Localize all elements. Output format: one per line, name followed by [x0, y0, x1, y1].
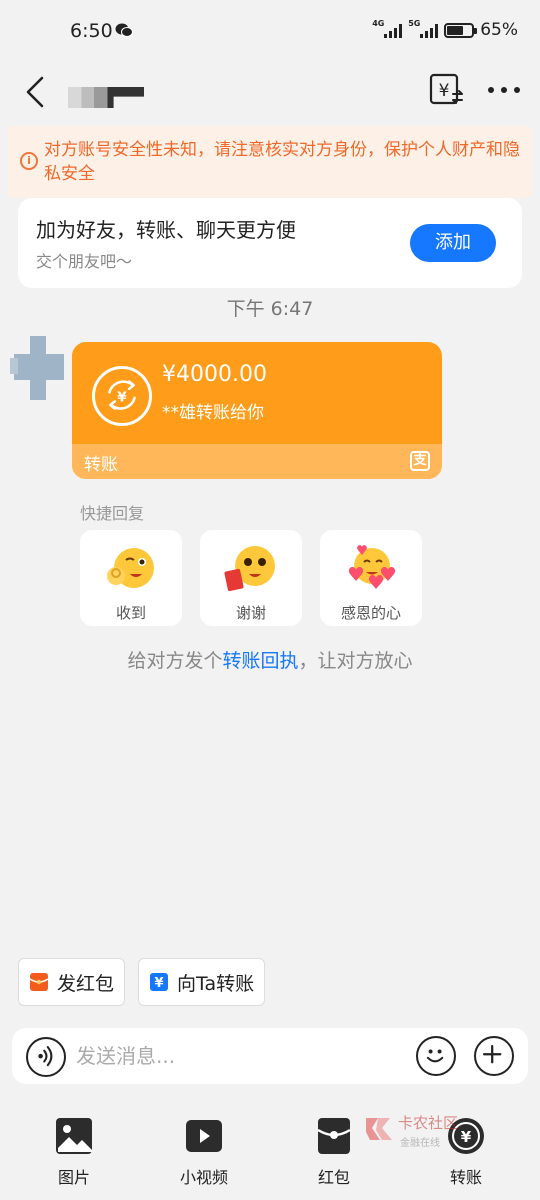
transfer-record-icon[interactable]: ¥ — [428, 72, 464, 108]
battery-percent: 65% — [480, 20, 518, 40]
quick-reply-thanks[interactable]: 谢谢 — [200, 530, 302, 626]
voice-input-icon[interactable] — [26, 1037, 66, 1077]
quick-reply-grateful-heart[interactable]: 感恩的心 — [320, 530, 422, 626]
heart-emoji-icon — [348, 545, 396, 589]
add-friend-title: 加为好友，转账、聊天更方便 — [36, 218, 296, 242]
quick-reply-label-text: 感恩的心 — [340, 604, 401, 622]
status-right: 4G 5G 65% — [372, 19, 518, 40]
more-icon[interactable] — [488, 78, 520, 102]
send-red-packet-label: 发红包 — [57, 972, 115, 995]
message-input-bar — [12, 1028, 528, 1084]
toolbar-short-video[interactable]: 小视频 — [164, 1114, 244, 1188]
receipt-tip-prefix: 给对方发个 — [127, 650, 223, 672]
video-icon — [186, 1120, 222, 1152]
watermark-logo-icon — [366, 1118, 392, 1140]
message-timestamp: 下午 6:47 — [226, 298, 314, 320]
toolbar-image[interactable]: 图片 — [34, 1114, 114, 1188]
battery-icon — [444, 22, 478, 38]
watermark-subtext: 金融在线 — [400, 1138, 440, 1149]
ok-emoji-icon — [107, 548, 154, 588]
transfer-yuan-icon: ¥ — [150, 973, 168, 991]
red-packet-icon — [29, 973, 49, 991]
svg-text:¥: ¥ — [117, 389, 127, 405]
toolbar-transfer-label: 转账 — [449, 1168, 482, 1187]
send-red-packet-chip[interactable]: 发红包 — [18, 958, 126, 1006]
quick-reply-label: 快捷回复 — [80, 504, 145, 523]
transfer-receipt-tip: 给对方发个转账回执，让对方放心 — [0, 646, 540, 673]
sender-avatar[interactable] — [10, 336, 68, 400]
more-actions-plus-icon[interactable] — [474, 1036, 514, 1076]
transfer-receipt-link[interactable]: 转账回执 — [222, 650, 298, 672]
back-icon[interactable] — [22, 74, 52, 110]
transfer-amount: ¥4000.00 — [162, 362, 267, 387]
transfer-message-card[interactable]: ¥ ¥4000.00 **雄转账给你 转账 支 — [72, 342, 442, 479]
toolbar-short-video-label: 小视频 — [179, 1168, 228, 1187]
wechat-notification-icon — [115, 23, 133, 37]
chat-header: ¥ — [0, 66, 540, 122]
red-packet-icon — [317, 1118, 351, 1154]
transfer-to-them-chip[interactable]: ¥ 向Ta转账 — [138, 958, 266, 1006]
status-time: 6:50 — [70, 20, 113, 42]
transfer-footer: 转账 支 — [72, 444, 442, 479]
add-friend-button[interactable]: 添加 — [410, 224, 496, 262]
svg-text:¥: ¥ — [154, 976, 163, 991]
site-watermark: 卡农社区 金融在线 — [360, 1108, 480, 1154]
toolbar-red-packet-label: 红包 — [317, 1168, 350, 1187]
receipt-tip-suffix: ，让对方放心 — [298, 650, 413, 672]
add-friend-card: 加为好友，转账、聊天更方便 交个朋友吧～ 添加 — [18, 198, 522, 288]
quick-reply-received[interactable]: 收到 — [80, 530, 182, 626]
signal-icon: 4G — [372, 19, 403, 38]
alipay-icon: 支 — [410, 451, 430, 471]
thanks-emoji-icon — [224, 546, 275, 592]
signal-icon: 5G — [408, 19, 439, 38]
warning-text: 对方账号安全性未知，请注意核实对方身份，保护个人财产和隐私安全 — [44, 140, 520, 184]
contact-name-blurred[interactable] — [68, 87, 144, 108]
transfer-footer-label: 转账 — [84, 455, 118, 475]
quick-reply-label-text: 谢谢 — [235, 604, 266, 622]
message-input[interactable] — [76, 1038, 406, 1074]
security-warning-banner: i 对方账号安全性未知，请注意核实对方身份，保护个人财产和隐私安全 — [8, 126, 532, 198]
transfer-coin-icon: ¥ — [92, 366, 152, 426]
warning-icon: i — [20, 152, 38, 170]
transfer-to-them-label: 向Ta转账 — [177, 972, 255, 995]
svg-text:¥: ¥ — [439, 81, 450, 101]
status-bar: 6:50 4G 5G 65% — [0, 0, 540, 66]
watermark-text: 卡农社区 — [398, 1114, 459, 1132]
image-icon — [56, 1118, 92, 1154]
toolbar-image-label: 图片 — [57, 1168, 90, 1187]
transfer-description: **雄转账给你 — [162, 403, 264, 423]
add-friend-subtitle: 交个朋友吧～ — [36, 252, 133, 271]
emoji-picker-icon[interactable] — [416, 1036, 456, 1076]
quick-reply-label-text: 收到 — [115, 604, 146, 622]
